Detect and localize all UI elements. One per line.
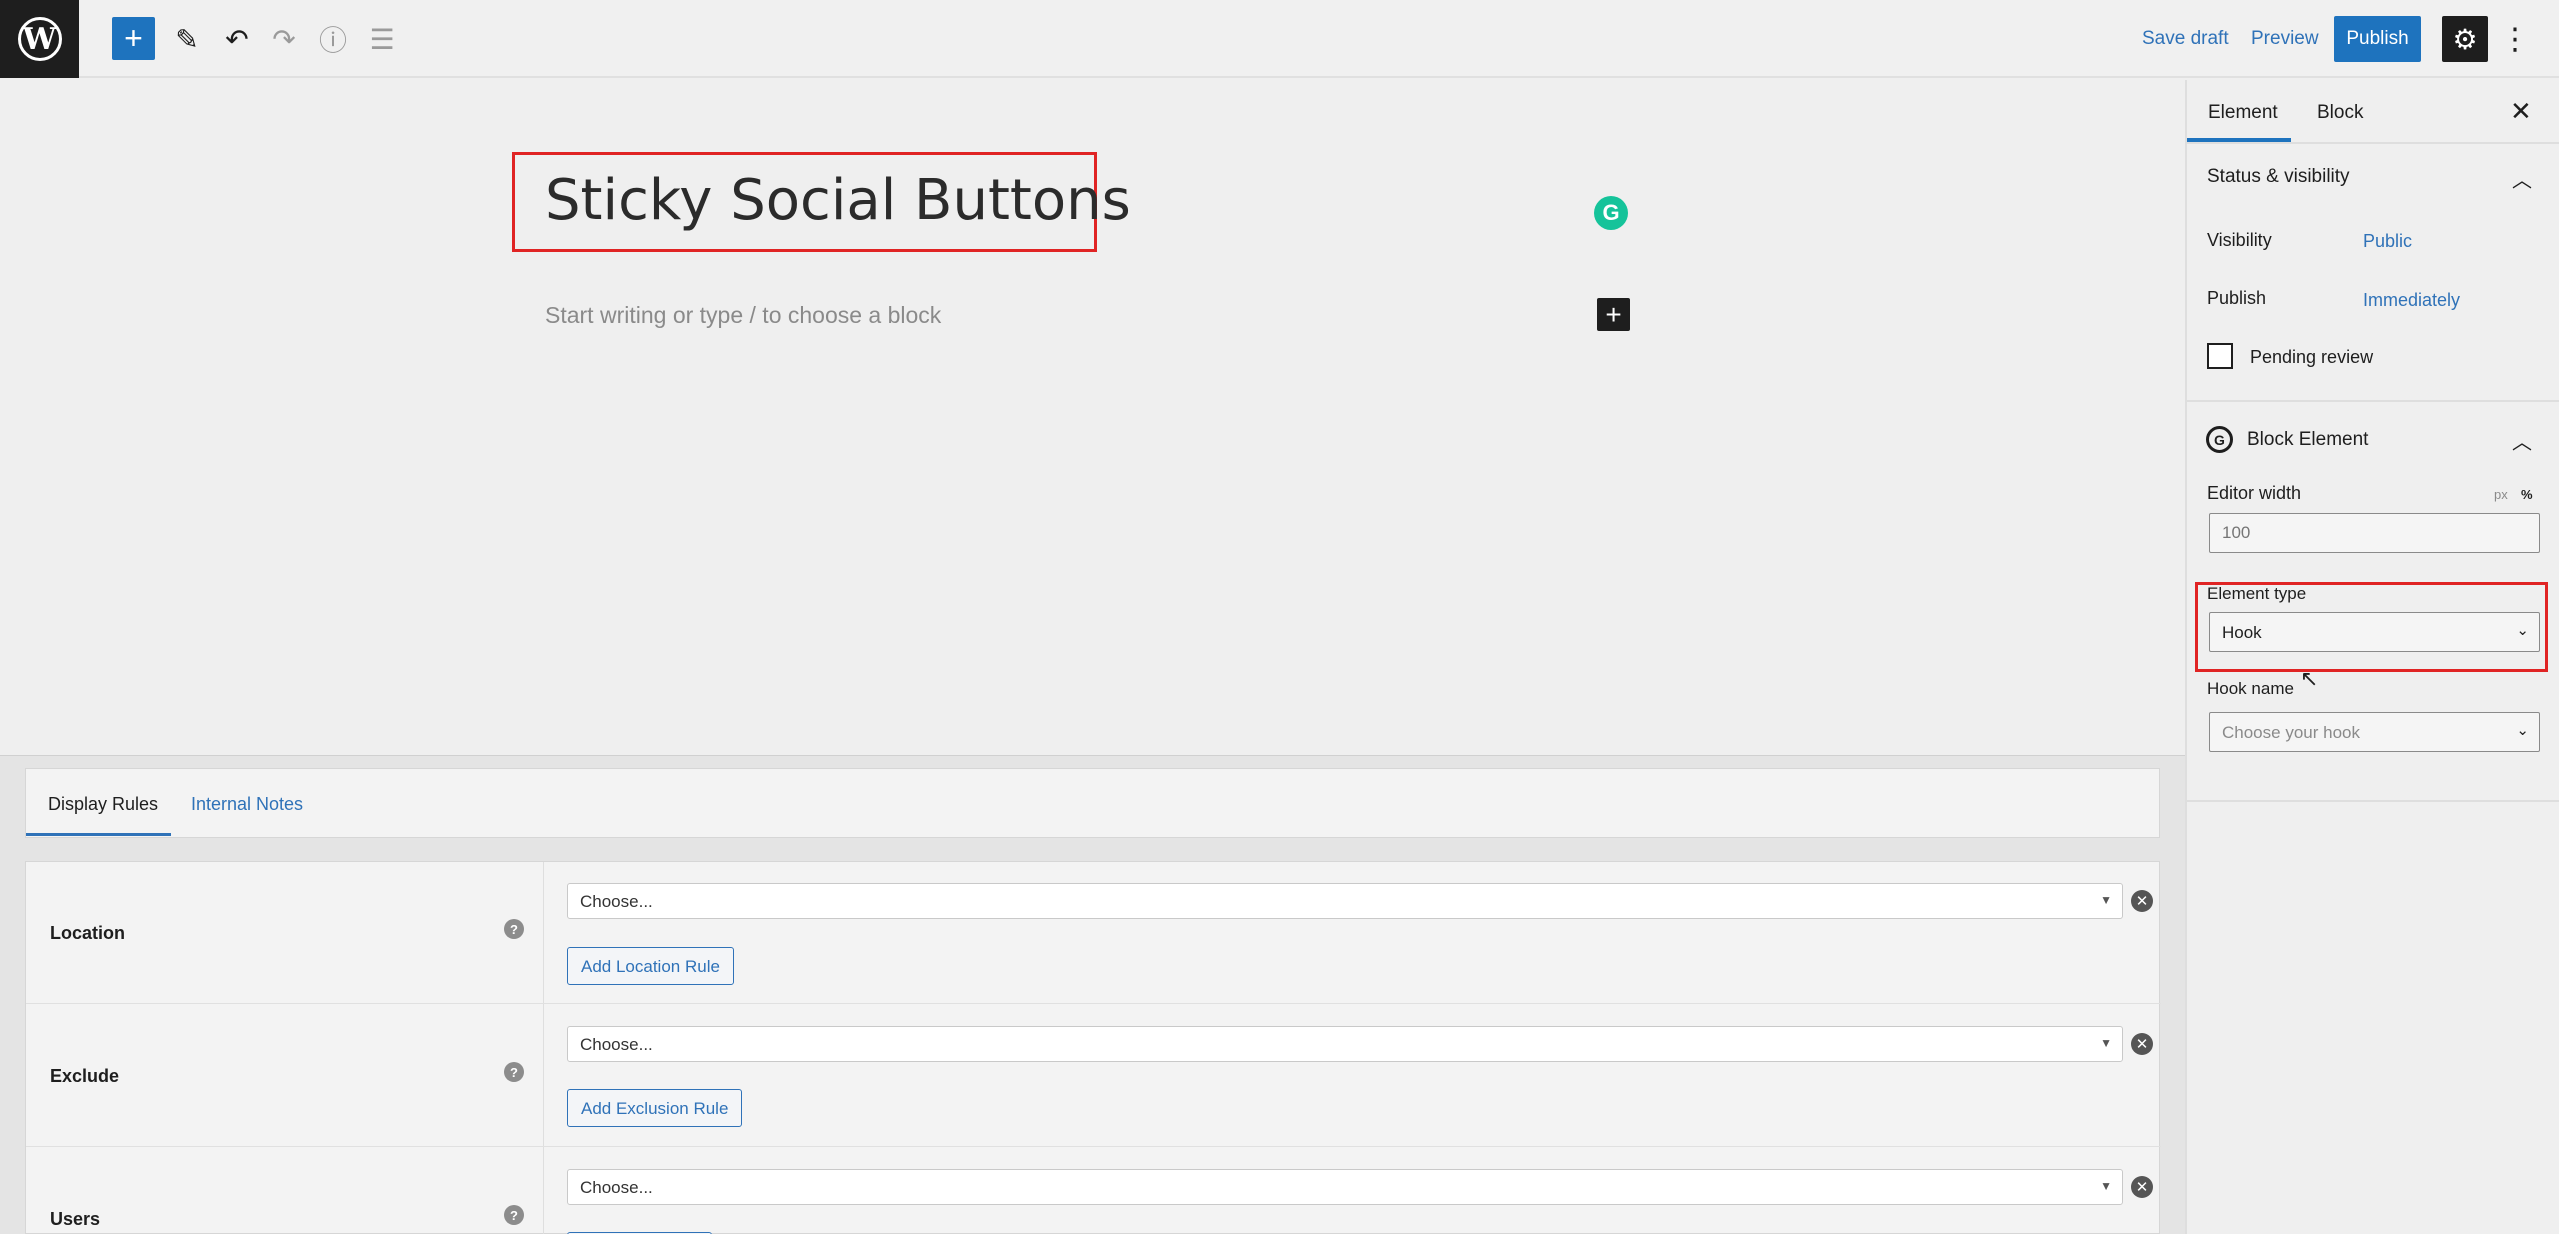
add-location-rule-button[interactable]: Add Location Rule bbox=[567, 947, 734, 985]
rule-row-location: Location ? Choose... ▼ ✕ Add Location Ru… bbox=[26, 862, 2161, 1004]
preview-button[interactable]: Preview bbox=[2251, 28, 2319, 50]
location-label: Location bbox=[50, 923, 125, 943]
active-tab-indicator bbox=[26, 833, 171, 836]
exclude-label: Exclude bbox=[50, 1066, 120, 1086]
publish-date-value[interactable]: Immediately bbox=[2363, 290, 2460, 311]
chevron-down-icon: ⌄ bbox=[2516, 722, 2529, 739]
exclude-help-icon[interactable]: ? bbox=[504, 1062, 524, 1082]
add-exclusion-rule-button[interactable]: Add Exclusion Rule bbox=[567, 1089, 743, 1127]
element-type-value: Hook bbox=[2222, 623, 2262, 642]
editor-canvas: Sticky Social Buttons G Start writing or… bbox=[0, 80, 2185, 755]
redo-icon[interactable]: ↷ bbox=[263, 18, 305, 60]
wordpress-icon: W bbox=[17, 17, 62, 61]
info-icon[interactable]: ⓘ bbox=[312, 18, 354, 60]
sidebar-tabs: Element Block bbox=[2187, 80, 2559, 144]
location-select-value: Choose... bbox=[580, 892, 653, 911]
display-rules-panel: Location ? Choose... ▼ ✕ Add Location Ru… bbox=[25, 861, 2161, 1234]
tab-element[interactable]: Element bbox=[2208, 102, 2278, 124]
remove-users-rule-icon[interactable]: ✕ bbox=[2131, 1176, 2153, 1198]
editor-width-input[interactable] bbox=[2209, 513, 2540, 553]
dropdown-arrow-icon: ▼ bbox=[2100, 893, 2112, 907]
sidebar-divider bbox=[2185, 400, 2559, 402]
unit-percent-toggle[interactable]: % bbox=[2521, 487, 2533, 502]
publish-button[interactable]: Publish bbox=[2334, 16, 2421, 62]
chevron-down-icon: ⌄ bbox=[2516, 622, 2529, 639]
tab-internal-notes[interactable]: Internal Notes bbox=[191, 794, 303, 815]
pending-review-label: Pending review bbox=[2250, 347, 2374, 367]
location-help-icon[interactable]: ? bbox=[504, 919, 524, 939]
close-sidebar-icon[interactable]: ✕ bbox=[2510, 96, 2532, 127]
publish-label: Publish bbox=[2207, 288, 2267, 308]
tab-display-rules[interactable]: Display Rules bbox=[48, 794, 158, 815]
users-select-value: Choose... bbox=[580, 1178, 653, 1197]
location-select[interactable]: Choose... ▼ bbox=[567, 883, 2123, 919]
remove-location-rule-icon[interactable]: ✕ bbox=[2131, 890, 2153, 912]
hook-name-value: Choose your hook bbox=[2222, 723, 2360, 742]
meta-box-tabs: Display Rules Internal Notes bbox=[25, 768, 2160, 838]
list-view-icon[interactable]: ☰ bbox=[361, 18, 403, 60]
hook-name-label: Hook name bbox=[2207, 679, 2294, 698]
tab-block[interactable]: Block bbox=[2317, 102, 2363, 124]
pending-review-checkbox[interactable] bbox=[2207, 343, 2233, 369]
rule-row-exclude: Exclude ? Choose... ▼ ✕ Add Exclusion Ru… bbox=[26, 1004, 2161, 1147]
visibility-label: Visibility bbox=[2207, 230, 2272, 250]
inline-add-block-icon[interactable]: + bbox=[1597, 298, 1630, 331]
wordpress-logo[interactable]: W bbox=[0, 0, 79, 78]
edit-tools-icon[interactable]: ✎ bbox=[166, 18, 208, 60]
users-select[interactable]: Choose... ▼ bbox=[567, 1169, 2123, 1205]
mouse-cursor-icon: ↖ bbox=[2300, 666, 2319, 691]
editor-width-label: Editor width bbox=[2207, 483, 2302, 503]
block-element-icon: G bbox=[2206, 426, 2233, 453]
editor-toolbar: W + ✎ ↶ ↷ ⓘ ☰ Save draft Preview Publish… bbox=[0, 0, 2559, 78]
exclude-select-value: Choose... bbox=[580, 1035, 653, 1054]
more-options-icon[interactable]: ⋮ bbox=[2500, 16, 2530, 62]
active-tab-indicator bbox=[2187, 138, 2291, 142]
undo-icon[interactable]: ↶ bbox=[216, 18, 258, 60]
exclude-select[interactable]: Choose... ▼ bbox=[567, 1026, 2123, 1062]
element-type-label: Element type bbox=[2207, 584, 2307, 603]
users-help-icon[interactable]: ? bbox=[504, 1205, 524, 1225]
rule-row-users: Users ? Choose... ▼ ✕ bbox=[26, 1147, 2161, 1234]
settings-gear-icon[interactable]: ⚙ bbox=[2442, 16, 2488, 62]
element-type-select[interactable]: Hook ⌄ bbox=[2209, 612, 2540, 652]
post-title[interactable]: Sticky Social Buttons bbox=[545, 168, 1131, 233]
status-visibility-title[interactable]: Status & visibility bbox=[2207, 166, 2350, 188]
unit-px-toggle[interactable]: px bbox=[2494, 487, 2508, 502]
save-draft-button[interactable]: Save draft bbox=[2142, 28, 2229, 50]
sidebar-divider bbox=[2185, 800, 2559, 802]
remove-exclude-rule-icon[interactable]: ✕ bbox=[2131, 1033, 2153, 1055]
dropdown-arrow-icon: ▼ bbox=[2100, 1036, 2112, 1050]
collapse-status-icon[interactable]: ︿ bbox=[2512, 164, 2532, 193]
collapse-block-element-icon[interactable]: ︿ bbox=[2512, 426, 2532, 455]
add-block-button[interactable]: + bbox=[112, 17, 155, 60]
hook-name-select[interactable]: Choose your hook ⌄ bbox=[2209, 712, 2540, 752]
block-element-title[interactable]: Block Element bbox=[2247, 429, 2368, 451]
users-label: Users bbox=[50, 1209, 101, 1229]
dropdown-arrow-icon: ▼ bbox=[2100, 1179, 2112, 1193]
visibility-value[interactable]: Public bbox=[2363, 231, 2412, 252]
block-placeholder[interactable]: Start writing or type / to choose a bloc… bbox=[545, 302, 941, 329]
grammarly-icon[interactable]: G bbox=[1594, 196, 1628, 230]
